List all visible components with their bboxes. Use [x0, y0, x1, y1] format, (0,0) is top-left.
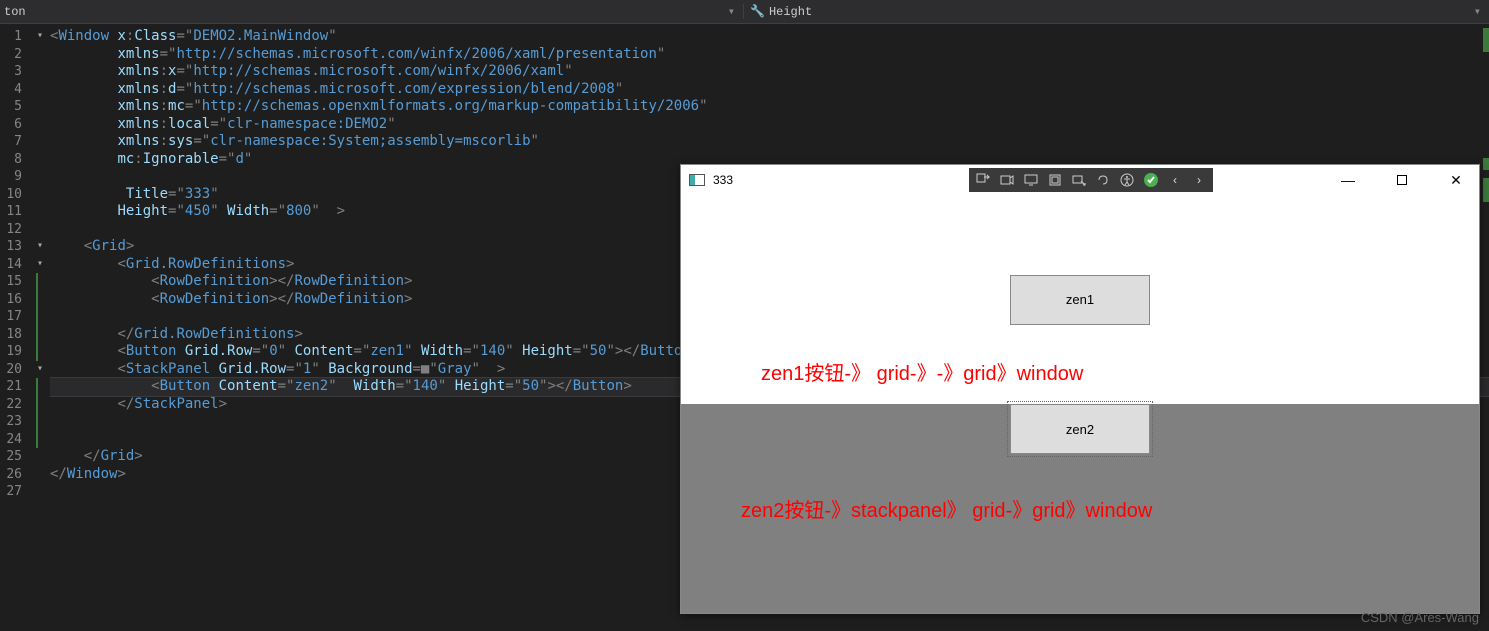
- annotation-zen2: zen2按钮-》stackpanel》 grid-》grid》window: [741, 494, 1152, 523]
- breadcrumb-bar: ton ▾ 🔧 Height ▾: [0, 0, 1489, 24]
- grid-row-1-stackpanel: zen2 zen2按钮-》stackpanel》 grid-》grid》wind…: [681, 404, 1479, 613]
- tool-record-icon[interactable]: [995, 170, 1019, 190]
- wpf-designer-window[interactable]: 333 ‹ › — ✕ zen1 zen1按钮-》 grid-》-》grid》w…: [680, 164, 1480, 614]
- wrench-icon: 🔧: [750, 4, 765, 19]
- window-system-buttons: — ✕: [1333, 172, 1471, 189]
- zen1-button[interactable]: zen1: [1010, 275, 1150, 325]
- designer-toolstrip: ‹ ›: [969, 168, 1213, 192]
- watermark: CSDN @Ares-Wang: [1361, 610, 1479, 625]
- tool-screen-icon[interactable]: [1019, 170, 1043, 190]
- maximize-button[interactable]: [1387, 172, 1417, 189]
- minimize-button[interactable]: —: [1333, 172, 1363, 189]
- wpf-window-title: 333: [713, 173, 969, 187]
- tool-check-icon[interactable]: [1139, 170, 1163, 190]
- annotation-zen1: zen1按钮-》 grid-》-》grid》window: [761, 357, 1083, 386]
- tool-go-icon[interactable]: [971, 170, 995, 190]
- zen2-button-label: zen2: [1066, 422, 1094, 437]
- tool-chevron-right-icon[interactable]: ›: [1187, 170, 1211, 190]
- tool-chevron-left-icon[interactable]: ‹: [1163, 170, 1187, 190]
- tool-accessibility-icon[interactable]: [1115, 170, 1139, 190]
- fold-column[interactable]: ▾ ▾▾▾: [30, 24, 50, 631]
- zen1-button-label: zen1: [1066, 292, 1094, 307]
- breadcrumb-left[interactable]: ton ▾: [0, 4, 743, 19]
- line-number-gutter: 1234567891011121314151617181920212223242…: [0, 24, 30, 631]
- tool-select-icon[interactable]: [1067, 170, 1091, 190]
- breadcrumb-right-label: Height: [769, 5, 812, 19]
- zen2-button[interactable]: zen2: [1010, 404, 1150, 454]
- tool-layout-icon[interactable]: [1043, 170, 1067, 190]
- close-button[interactable]: ✕: [1441, 172, 1471, 189]
- dropdown-arrow-icon[interactable]: ▾: [728, 4, 735, 19]
- grid-row-0: zen1 zen1按钮-》 grid-》-》grid》window: [681, 195, 1479, 404]
- breadcrumb-left-label: ton: [4, 5, 26, 19]
- wpf-titlebar[interactable]: 333 ‹ › — ✕: [681, 165, 1479, 195]
- change-marker-strip: [1483, 0, 1489, 631]
- tool-bind-icon[interactable]: [1091, 170, 1115, 190]
- breadcrumb-right[interactable]: 🔧 Height ▾: [743, 4, 1489, 19]
- wpf-client-area: zen1 zen1按钮-》 grid-》-》grid》window zen2 z…: [681, 195, 1479, 613]
- dropdown-arrow-icon[interactable]: ▾: [1474, 4, 1481, 19]
- window-app-icon: [689, 174, 705, 186]
